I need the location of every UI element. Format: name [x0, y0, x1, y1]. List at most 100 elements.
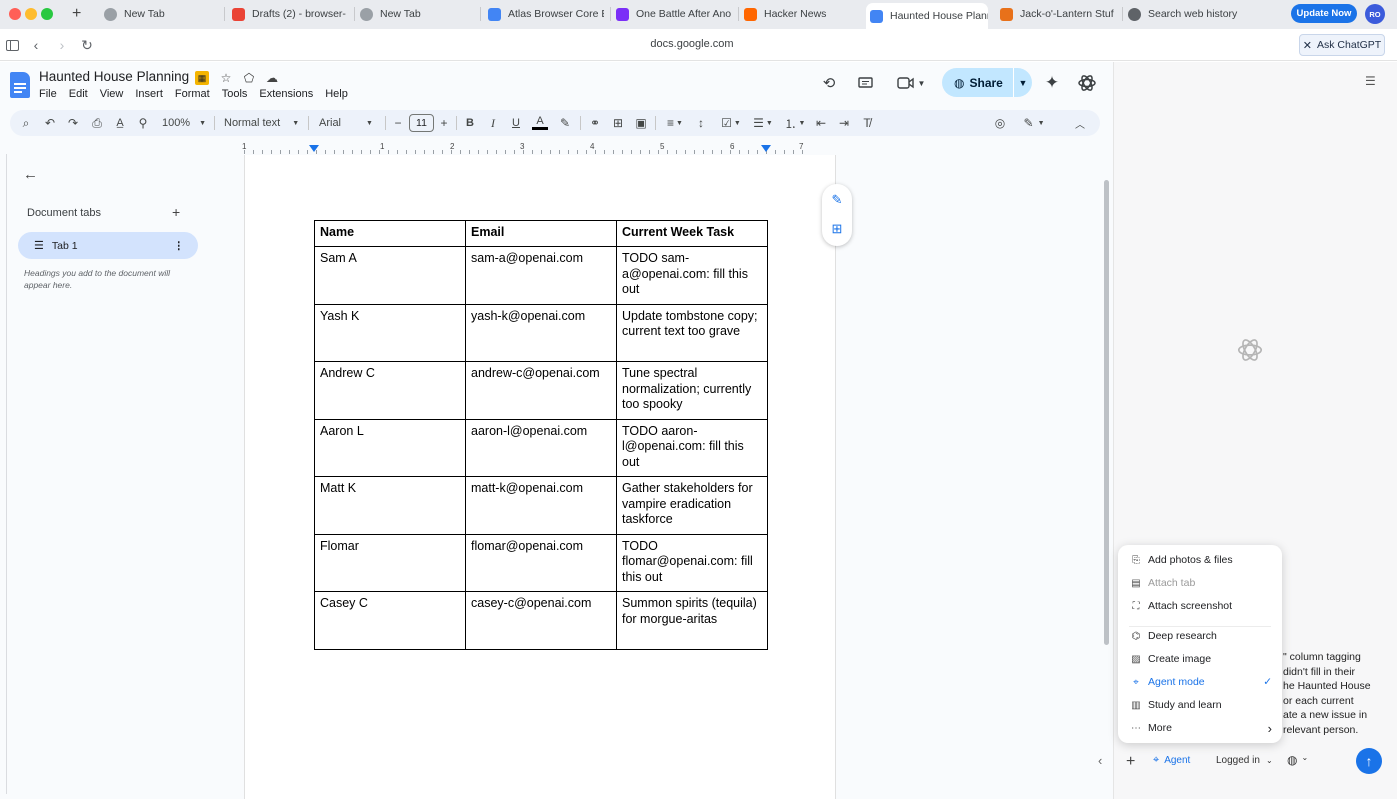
back-arrow-icon[interactable]: ← — [23, 166, 39, 183]
add-comment-icon[interactable]: ⊞ — [611, 114, 625, 132]
update-now-button[interactable]: Update Now — [1291, 4, 1357, 23]
checklist-icon[interactable]: ☑ ▼ — [718, 114, 744, 132]
paint-format-icon[interactable]: ⚲ — [136, 114, 150, 132]
line-spacing-icon[interactable]: ↕ — [694, 114, 708, 132]
link-icon[interactable]: ⚭ — [587, 114, 603, 132]
increase-font-icon[interactable]: + — [438, 114, 450, 132]
menu-insert[interactable]: Insert — [135, 88, 163, 100]
table-cell[interactable]: Casey C — [314, 591, 466, 650]
numbered-list-icon[interactable]: ⒈ ▼ — [782, 114, 808, 132]
task-table[interactable]: Name Email Current Week Task Sam Asam-a@op… — [314, 220, 768, 650]
table-cell[interactable]: Summon spirits (tequila) for morgue-arit… — [616, 591, 768, 650]
star-icon[interactable]: ☆ — [219, 71, 233, 85]
sidebar-toggle-icon[interactable] — [4, 37, 20, 53]
avatar[interactable]: RO — [1365, 4, 1385, 24]
tab-2[interactable]: New Tab — [356, 3, 474, 25]
document-scrollbar[interactable] — [1104, 180, 1109, 645]
chatgpt-icon[interactable] — [1076, 72, 1098, 94]
agent-mode-toggle[interactable]: ⌖ Agent — [1153, 754, 1190, 767]
add-comment-float-icon[interactable]: ⊞ — [829, 221, 845, 237]
decrease-indent-icon[interactable]: ⇤ — [814, 114, 828, 132]
tab-3[interactable]: Atlas Browser Core E — [484, 3, 604, 25]
help-me-write-icon[interactable]: ✎ — [829, 192, 845, 208]
table-cell[interactable]: Aaron L — [314, 418, 466, 477]
style-select[interactable]: Normal text ▼ — [224, 114, 302, 132]
tab-5[interactable]: Hacker News — [740, 3, 860, 25]
back-icon[interactable]: ‹ — [28, 37, 44, 53]
table-cell[interactable]: Tune spectral normalization; currently t… — [616, 361, 768, 420]
tab-7[interactable]: Jack-o'-Lantern Stuf — [996, 3, 1116, 25]
editing-mode-icon[interactable]: ✎ ▼ — [1020, 114, 1048, 132]
italic-icon[interactable]: I — [486, 114, 500, 132]
clear-formatting-icon[interactable]: T̸ — [860, 114, 874, 132]
share-dropdown-icon[interactable]: ▼ — [1014, 78, 1032, 88]
underline-icon[interactable]: U — [509, 114, 523, 132]
increase-indent-icon[interactable]: ⇥ — [837, 114, 851, 132]
table-cell[interactable]: TODO flomar@openai.com: fill this out — [616, 533, 768, 592]
table-cell[interactable]: aaron-l@openai.com — [465, 418, 617, 477]
web-search-select[interactable]: ◍ ⌄ — [1287, 753, 1308, 767]
table-cell[interactable]: andrew-c@openai.com — [465, 361, 617, 420]
menu-item-more[interactable]: ⋯ More › — [1130, 720, 1272, 736]
composer-plus-icon[interactable]: + — [1126, 753, 1135, 771]
left-indent-marker-icon[interactable] — [309, 145, 319, 152]
close-window-button[interactable] — [9, 8, 21, 20]
forward-icon[interactable]: › — [54, 37, 70, 53]
table-cell[interactable]: Yash K — [314, 303, 466, 362]
menu-item-agent-mode[interactable]: ⌖ Agent mode ✓ — [1130, 674, 1272, 690]
horizontal-ruler[interactable]: 11234567 — [242, 142, 836, 154]
menu-file[interactable]: File — [39, 88, 57, 100]
table-cell[interactable]: TODO aaron-l@openai.com: fill this out — [616, 418, 768, 477]
tab-6[interactable]: Haunted House Plann — [866, 3, 988, 29]
bulleted-list-icon[interactable]: ☰ ▼ — [750, 114, 776, 132]
menu-item-deep-research[interactable]: ⌬ Deep research — [1130, 628, 1272, 644]
menu-help[interactable]: Help — [325, 88, 348, 100]
tab-8[interactable]: Search web history — [1124, 3, 1244, 25]
font-select[interactable]: Arial ▼ — [319, 114, 379, 132]
sidebar-menu-icon[interactable]: ☰ — [1365, 74, 1376, 88]
table-cell[interactable]: Andrew C — [314, 361, 466, 420]
move-icon[interactable]: ⬠ — [242, 71, 256, 85]
table-cell[interactable]: flomar@openai.com — [465, 533, 617, 592]
login-status-select[interactable]: Logged in ⌄ — [1216, 755, 1273, 766]
meet-icon[interactable]: ▼ — [894, 74, 928, 92]
column-header[interactable]: Name — [314, 220, 466, 247]
table-cell[interactable]: Matt K — [314, 476, 466, 535]
reload-icon[interactable]: ↻ — [79, 37, 95, 53]
zoom-select[interactable]: 100% ▼ — [160, 114, 208, 132]
menu-extensions[interactable]: Extensions — [259, 88, 313, 100]
bold-icon[interactable]: B — [463, 114, 477, 132]
smart-compose-icon[interactable]: ◎ — [992, 114, 1008, 132]
table-cell[interactable]: TODO sam-a@openai.com: fill this out — [616, 246, 768, 305]
hide-menus-icon[interactable]: ︿ — [1073, 114, 1087, 132]
menu-format[interactable]: Format — [175, 88, 210, 100]
document-title[interactable]: Haunted House Planning — [39, 69, 189, 84]
menu-item-attach-tab[interactable]: ▤ Attach tab — [1130, 575, 1272, 591]
more-vert-icon[interactable]: ⋮ — [174, 240, 185, 252]
table-cell[interactable]: Sam A — [314, 246, 466, 305]
column-header[interactable]: Email — [465, 220, 617, 247]
search-menus-icon[interactable]: ⌕ — [19, 114, 33, 132]
vertical-ruler[interactable] — [0, 154, 7, 794]
table-cell[interactable]: casey-c@openai.com — [465, 591, 617, 650]
table-cell[interactable]: Gather stakeholders for vampire eradicat… — [616, 476, 768, 535]
sheet-badge-icon[interactable]: ▦ — [195, 71, 209, 85]
share-button[interactable]: ◍ Share ▼ — [942, 68, 1032, 97]
table-cell[interactable]: sam-a@openai.com — [465, 246, 617, 305]
collapse-chevron-icon[interactable]: ‹ — [1098, 753, 1102, 768]
tab-0[interactable]: New Tab — [100, 3, 218, 25]
maximize-window-button[interactable] — [41, 8, 53, 20]
tab-1[interactable]: Drafts (2) - browser- — [228, 3, 348, 25]
menu-item-add-photos-files[interactable]: ⎘ Add photos & files — [1130, 552, 1272, 568]
ask-chatgpt-button[interactable]: ✕ Ask ChatGPT — [1299, 34, 1385, 56]
tab-4[interactable]: One Battle After Ano — [612, 3, 732, 25]
table-cell[interactable]: yash-k@openai.com — [465, 303, 617, 362]
redo-icon[interactable]: ↷ — [66, 114, 80, 132]
comments-icon[interactable] — [855, 74, 875, 92]
table-cell[interactable]: matt-k@openai.com — [465, 476, 617, 535]
url-text[interactable]: docs.google.com — [600, 38, 784, 50]
menu-view[interactable]: View — [100, 88, 124, 100]
cloud-icon[interactable]: ☁ — [265, 71, 279, 85]
menu-edit[interactable]: Edit — [69, 88, 88, 100]
spellcheck-icon[interactable]: A̲ — [113, 114, 127, 132]
